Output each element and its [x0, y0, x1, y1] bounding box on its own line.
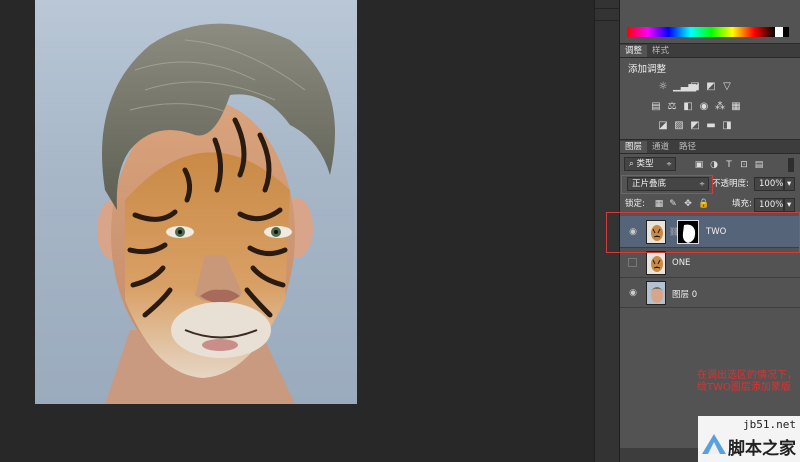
eye-icon[interactable]: ◉ — [628, 288, 638, 298]
layer-row[interactable]: ◉ 图层 0 — [620, 278, 800, 308]
canvas-area[interactable] — [0, 0, 594, 462]
white-swatch[interactable] — [775, 27, 783, 37]
black-white-icon[interactable]: ◧ — [682, 101, 694, 113]
channel-mixer-icon[interactable]: ⁂ — [714, 101, 726, 113]
tab-channels[interactable]: 通道 — [647, 141, 674, 153]
lock-transparent-icon[interactable]: ▦ — [654, 199, 664, 209]
opacity-arrow-icon[interactable]: ▾ — [784, 177, 795, 191]
lock-label: 锁定: — [625, 199, 645, 209]
color-spectrum[interactable] — [627, 27, 775, 37]
color-lookup-icon[interactable]: ▦ — [730, 101, 742, 113]
selective-color-icon[interactable]: ◨ — [721, 120, 733, 132]
vibrance-icon[interactable]: ▽ — [721, 81, 733, 93]
type-filter-icon[interactable]: T — [724, 160, 734, 170]
fill-label: 填充: — [732, 199, 752, 209]
fill-input[interactable]: 100% — [754, 198, 784, 212]
curves-icon[interactable]: ◪ — [689, 81, 701, 93]
photo-filter-icon[interactable]: ◉ — [698, 101, 710, 113]
adjustments-tabs: 调整 样式 — [620, 44, 800, 58]
blend-mode-highlight — [621, 175, 713, 194]
lock-all-icon[interactable]: 🔒 — [698, 199, 709, 209]
watermark-title: 脚本之家 — [728, 439, 796, 459]
lock-move-icon[interactable]: ✥ — [683, 199, 693, 209]
smart-object-filter-icon[interactable]: ▤ — [754, 160, 764, 170]
tab-paths[interactable]: 路径 — [674, 141, 701, 153]
tab-adjustments[interactable]: 调整 — [620, 45, 648, 57]
layer-name[interactable]: 图层 0 — [672, 288, 697, 300]
document-image[interactable] — [35, 0, 357, 404]
layer-filter-row: ⌕ 类型 ÷ ▣ ◑ T ⊡ ▤ — [620, 156, 800, 174]
gradient-map-icon[interactable]: ▬ — [705, 120, 717, 132]
adjustments-panel: 调整 样式 添加调整 ☼ ▁▃▅ ◪ ◩ ▽ ▤ ⚖ ◧ ◉ ⁂ ▦ ◪ ▨ ◩… — [620, 44, 800, 140]
opacity-label: 不透明度: — [712, 179, 749, 189]
dropdown-arrow-icon: ÷ — [666, 160, 672, 168]
shape-filter-icon[interactable]: ⊡ — [739, 160, 749, 170]
invert-icon[interactable]: ◪ — [657, 120, 669, 132]
posterize-icon[interactable]: ▨ — [673, 120, 685, 132]
tab-styles[interactable]: 样式 — [647, 45, 674, 57]
layer-thumbnail — [646, 281, 666, 305]
lock-brush-icon[interactable]: ✎ — [668, 199, 678, 209]
fill-arrow-icon[interactable]: ▾ — [784, 198, 795, 212]
layer-name[interactable]: ONE — [672, 258, 690, 268]
watermark: jb51.net 脚本之家 — [698, 416, 800, 462]
filter-toggle[interactable] — [788, 158, 794, 172]
color-panel — [620, 0, 800, 44]
opacity-input[interactable]: 100% — [754, 177, 784, 191]
visibility-box[interactable] — [628, 258, 637, 267]
layer-thumbnail — [646, 251, 666, 275]
watermark-url: jb51.net — [743, 418, 796, 431]
watermark-logo-icon — [702, 434, 726, 454]
layer-two-highlight — [606, 212, 800, 253]
filter-kind-dropdown[interactable]: ⌕ 类型 ÷ — [624, 157, 676, 171]
tiger-face-portrait — [97, 23, 335, 404]
pixel-filter-icon[interactable]: ▣ — [694, 160, 704, 170]
color-balance-icon[interactable]: ⚖ — [666, 101, 678, 113]
annotation-text: 在调出选区的情况下，给TWO图层添加蒙版 — [697, 370, 797, 393]
levels-icon[interactable]: ▁▃▅ — [673, 81, 696, 93]
add-adjustment-title: 添加调整 — [628, 64, 667, 75]
tab-layers[interactable]: 图层 — [620, 141, 648, 153]
adjustment-filter-icon[interactable]: ◑ — [709, 160, 719, 170]
black-swatch[interactable] — [783, 27, 789, 37]
brightness-icon[interactable]: ☼ — [657, 81, 669, 93]
layers-tabs: 图层 通道 路径 — [620, 140, 800, 154]
exposure-icon[interactable]: ◩ — [705, 81, 717, 93]
threshold-icon[interactable]: ◩ — [689, 120, 701, 132]
hue-saturation-icon[interactable]: ▤ — [650, 101, 662, 113]
